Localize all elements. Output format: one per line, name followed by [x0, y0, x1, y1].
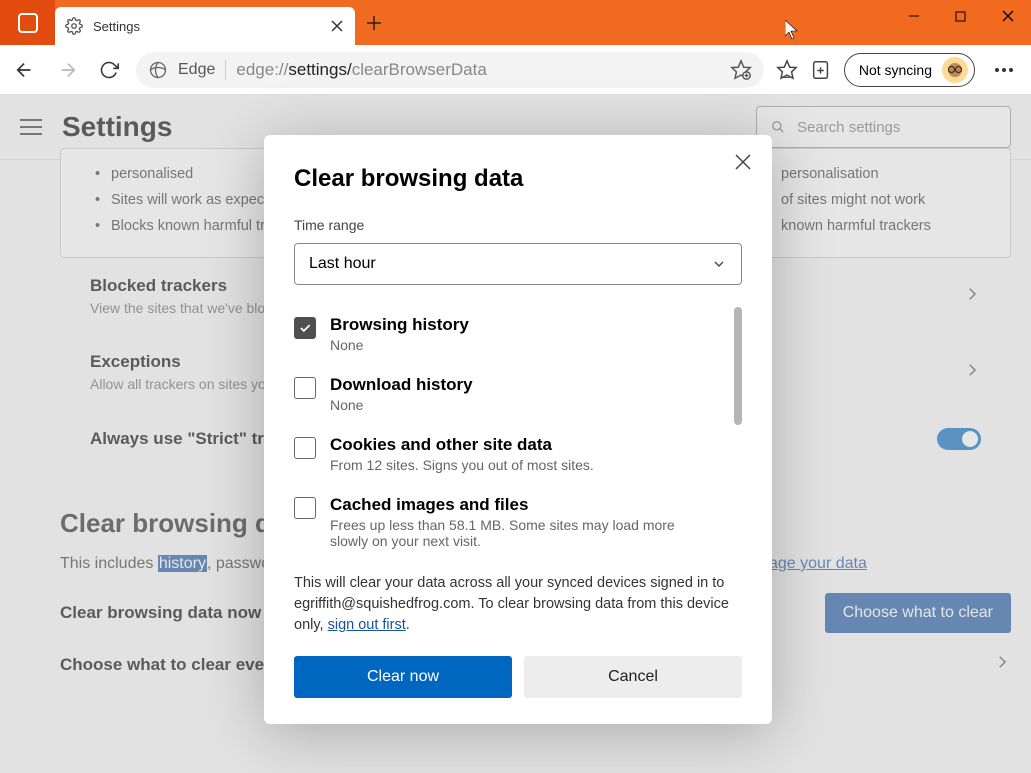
tab-title: Settings: [93, 19, 319, 34]
item-title: Browsing history: [330, 315, 469, 335]
close-icon: [331, 20, 343, 32]
url-separator: [225, 60, 226, 80]
forward-button: [52, 55, 82, 85]
maximize-button[interactable]: [937, 0, 984, 32]
item-title: Download history: [330, 375, 473, 395]
item-title: Cookies and other site data: [330, 435, 594, 455]
avatar: [942, 57, 968, 83]
item-subtitle: None: [330, 397, 473, 413]
titlebar: Settings: [0, 0, 1031, 45]
data-type-item: Download history None: [294, 367, 724, 427]
item-subtitle: None: [330, 337, 469, 353]
item-title: Cached images and files: [330, 495, 700, 515]
profile-sync-button[interactable]: Not syncing: [844, 53, 975, 87]
app-icon: [18, 13, 38, 33]
sync-label: Not syncing: [859, 62, 932, 78]
gear-icon: [65, 17, 83, 35]
scrollbar[interactable]: [734, 307, 742, 425]
data-type-item: Browsing history None: [294, 307, 724, 367]
time-range-label: Time range: [294, 217, 742, 233]
favorites-icon[interactable]: [776, 59, 798, 81]
data-type-item: Cookies and other site data From 12 sites…: [294, 427, 724, 487]
refresh-button[interactable]: [94, 55, 124, 85]
collections-icon[interactable]: [810, 59, 832, 81]
checkbox[interactable]: [294, 377, 316, 399]
select-value: Last hour: [309, 255, 376, 273]
time-range-select[interactable]: Last hour: [294, 243, 742, 285]
edge-icon: [148, 60, 168, 80]
data-type-item: Cached images and filesFrees up less tha…: [294, 487, 724, 563]
toolbar: Edge edge://settings/clearBrowserData No…: [0, 45, 1031, 95]
close-icon: [734, 153, 752, 171]
minimize-button[interactable]: [890, 0, 937, 32]
back-button[interactable]: [10, 55, 40, 85]
app-icon-box[interactable]: [0, 0, 55, 45]
data-type-list: Browsing history None Download history None…: [294, 307, 742, 563]
sync-note: This will clear your data across all you…: [294, 573, 742, 636]
url-scheme-label: Edge: [178, 61, 215, 79]
more-menu-button[interactable]: [987, 68, 1021, 72]
cancel-button[interactable]: Cancel: [524, 656, 742, 698]
url-text: edge://settings/clearBrowserData: [236, 60, 486, 80]
settings-page: Settings personalisedpersonalisation Sit…: [0, 95, 1031, 773]
sign-out-link[interactable]: sign out first: [328, 617, 406, 633]
dialog-close-button[interactable]: [734, 153, 754, 173]
browser-tab[interactable]: Settings: [55, 7, 355, 45]
item-subtitle: Frees up less than 58.1 MB. Some sites m…: [330, 517, 700, 549]
item-subtitle: From 12 sites. Signs you out of most sit…: [330, 457, 594, 473]
favorite-icon[interactable]: [730, 59, 752, 81]
plus-icon: [367, 16, 381, 30]
close-window-button[interactable]: [984, 0, 1031, 32]
dialog-title: Clear browsing data: [294, 165, 742, 193]
new-tab-button[interactable]: [355, 4, 393, 42]
window-controls: [890, 0, 1031, 32]
checkbox[interactable]: [294, 317, 316, 339]
chevron-down-icon: [711, 256, 727, 272]
checkbox[interactable]: [294, 497, 316, 519]
close-tab-button[interactable]: [329, 18, 345, 34]
address-bar[interactable]: Edge edge://settings/clearBrowserData: [136, 52, 764, 88]
dialog-buttons: Clear now Cancel: [294, 656, 742, 698]
checkbox[interactable]: [294, 437, 316, 459]
mouse-cursor-icon: [785, 20, 799, 45]
clear-browsing-dialog: Clear browsing data Time range Last hour…: [264, 135, 772, 724]
clear-now-button[interactable]: Clear now: [294, 656, 512, 698]
